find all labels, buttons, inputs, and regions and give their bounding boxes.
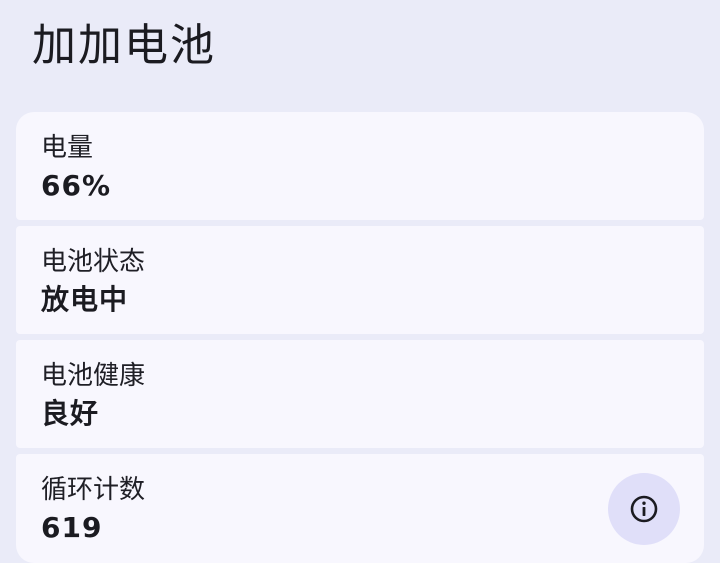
battery-level-label: 电量 bbox=[41, 133, 94, 163]
battery-status-value: 放电中 bbox=[41, 283, 129, 316]
battery-level-value: 66% bbox=[41, 169, 112, 202]
battery-health-card: 电池健康 良好 bbox=[16, 340, 704, 448]
battery-health-label: 电池健康 bbox=[41, 361, 146, 391]
battery-status-card: 电池状态 放电中 bbox=[16, 226, 704, 334]
cycle-count-value: 619 bbox=[41, 511, 103, 544]
app-title: 加加电池 bbox=[32, 20, 216, 71]
battery-status-label: 电池状态 bbox=[41, 247, 146, 277]
cycle-count-label: 循环计数 bbox=[41, 475, 146, 505]
cycle-count-card: 循环计数 619 bbox=[16, 454, 704, 563]
battery-level-card: 电量 66% bbox=[16, 112, 704, 220]
cycle-count-info-button[interactable] bbox=[608, 473, 680, 545]
info-icon bbox=[630, 495, 658, 523]
battery-health-value: 良好 bbox=[41, 397, 100, 430]
